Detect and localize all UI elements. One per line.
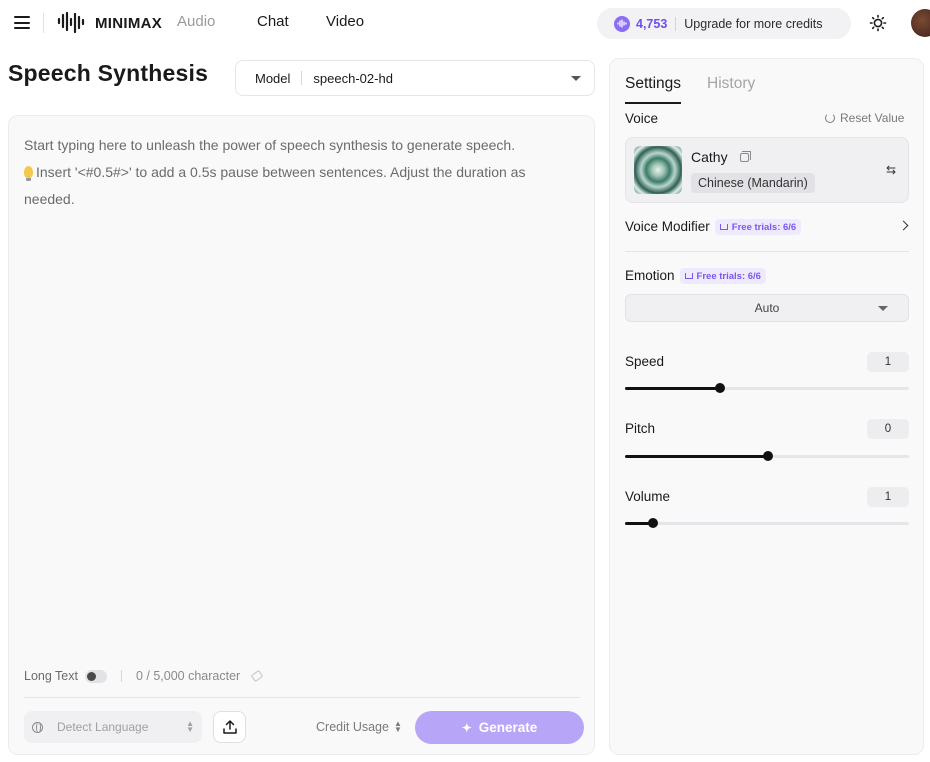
upload-button[interactable] — [213, 711, 246, 743]
volume-label: Volume — [625, 489, 671, 504]
pitch-slider[interactable] — [625, 451, 909, 461]
sort-arrows-icon: ▲ ▼ — [393, 719, 402, 734]
slider-thumb[interactable] — [715, 383, 726, 393]
brand-logo[interactable]: MINIMAX — [57, 9, 162, 37]
voice-modifier-text: Voice Modifier — [625, 219, 710, 234]
caret-down-icon — [571, 76, 581, 81]
credit-usage-select[interactable]: Credit Usage ▲ ▼ — [316, 719, 402, 735]
generate-button[interactable]: ✦ Generate — [415, 711, 584, 744]
volume-value-input[interactable]: 1 — [867, 487, 909, 507]
nav-chat[interactable]: Chat — [257, 13, 289, 30]
model-select[interactable]: Model speech-02-hd — [235, 60, 595, 96]
divider — [24, 697, 580, 698]
placeholder-line-2: Insert '<#0.5#>' to add a 0.5s pause bet… — [24, 159, 554, 213]
upgrade-credits-button[interactable]: 4,753 Upgrade for more credits — [597, 8, 851, 39]
credits-count: 4,753 — [636, 16, 668, 31]
voice-name: Cathy — [691, 149, 728, 165]
language-placeholder: Detect Language — [57, 720, 149, 734]
pitch-label: Pitch — [625, 421, 656, 436]
waveform-logo-icon — [57, 11, 85, 34]
divider — [43, 13, 44, 33]
crown-icon — [719, 224, 728, 230]
globe-icon — [32, 721, 43, 733]
divider — [675, 16, 677, 31]
voice-card[interactable]: Cathy Chinese (Mandarin) ⇆ — [625, 137, 909, 203]
reset-value-button[interactable]: Reset Value — [825, 111, 904, 125]
divider — [625, 251, 909, 252]
voice-thumbnail — [634, 146, 682, 194]
badge-text: Free trials: 6/6 — [731, 221, 797, 233]
credits-icon — [614, 15, 630, 32]
caret-down-icon — [878, 306, 888, 311]
slider-thumb[interactable] — [763, 451, 774, 461]
slider-fill — [625, 387, 721, 390]
menu-icon[interactable] — [14, 16, 30, 29]
divider — [301, 71, 303, 85]
settings-panel: Settings History Voice Reset Value Cathy… — [609, 58, 924, 755]
editor-footer: Long Text 0 / 5,000 character — [24, 664, 580, 688]
volume-slider[interactable] — [625, 518, 909, 528]
speed-value-input[interactable]: 1 — [867, 352, 909, 372]
nav-video[interactable]: Video — [326, 13, 364, 30]
slider-thumb[interactable] — [648, 518, 659, 528]
speed-slider[interactable] — [625, 383, 909, 393]
slider-fill — [625, 455, 769, 458]
page-title: Speech Synthesis — [8, 60, 209, 86]
voice-modifier-row[interactable]: Voice Modifier Free trials: 6/6 — [625, 219, 909, 243]
character-count: 0 / 5,000 character — [135, 669, 241, 683]
pitch-value-input[interactable]: 0 — [867, 419, 909, 439]
text-editor[interactable]: Start typing here to unleash the power o… — [8, 115, 595, 755]
free-trials-badge: Free trials: 6/6 — [679, 268, 766, 284]
tab-settings[interactable]: Settings — [625, 75, 682, 104]
swap-icon[interactable]: ⇆ — [886, 163, 896, 177]
emotion-text: Emotion — [625, 268, 675, 283]
sun-icon[interactable] — [869, 14, 887, 32]
free-trials-badge: Free trials: 6/6 — [714, 219, 802, 235]
model-value: speech-02-hd — [313, 70, 393, 86]
upgrade-label: Upgrade for more credits — [684, 16, 823, 31]
sparkle-icon: ✦ — [461, 720, 472, 735]
divider — [120, 670, 122, 682]
tab-history[interactable]: History — [707, 75, 755, 93]
language-select[interactable]: Detect Language ▲ ▼ — [24, 711, 202, 743]
lightbulb-icon — [24, 166, 33, 181]
voice-language-tag: Chinese (Mandarin) — [691, 173, 815, 193]
pause-hint: Insert '<#0.5#>' to add a 0.5s pause bet… — [24, 164, 526, 207]
emotion-label: Emotion Free trials: 6/6 — [625, 268, 766, 284]
long-text-toggle[interactable] — [84, 669, 107, 683]
chevron-right-icon — [898, 220, 909, 231]
long-text-label: Long Text — [24, 669, 78, 683]
generate-label: Generate — [478, 720, 538, 735]
emotion-select[interactable]: Auto — [625, 294, 909, 322]
eraser-icon[interactable] — [250, 669, 264, 683]
nav-audio[interactable]: Audio — [177, 13, 215, 30]
voice-modifier-label: Voice Modifier Free trials: 6/6 — [625, 219, 802, 235]
placeholder-line-1: Start typing here to unleash the power o… — [24, 137, 516, 153]
brand-name: MINIMAX — [95, 14, 163, 32]
copy-icon[interactable] — [740, 151, 751, 162]
sort-arrows-icon: ▲ ▼ — [186, 719, 194, 734]
avatar[interactable] — [911, 9, 930, 37]
editor-placeholder: Start typing here to unleash the power o… — [24, 132, 554, 213]
voice-label: Voice — [625, 111, 659, 126]
model-label: Model — [255, 70, 291, 86]
upload-icon — [222, 720, 237, 734]
crown-icon — [684, 273, 693, 279]
top-bar: MINIMAX Audio Chat Video 4,753 Upgrade f… — [0, 0, 930, 46]
speed-label: Speed — [625, 354, 665, 369]
reset-value-label: Reset Value — [840, 111, 905, 125]
emotion-value: Auto — [754, 301, 780, 315]
credit-usage-label: Credit Usage — [316, 720, 389, 734]
badge-text: Free trials: 6/6 — [696, 270, 761, 282]
refresh-icon — [825, 113, 835, 123]
